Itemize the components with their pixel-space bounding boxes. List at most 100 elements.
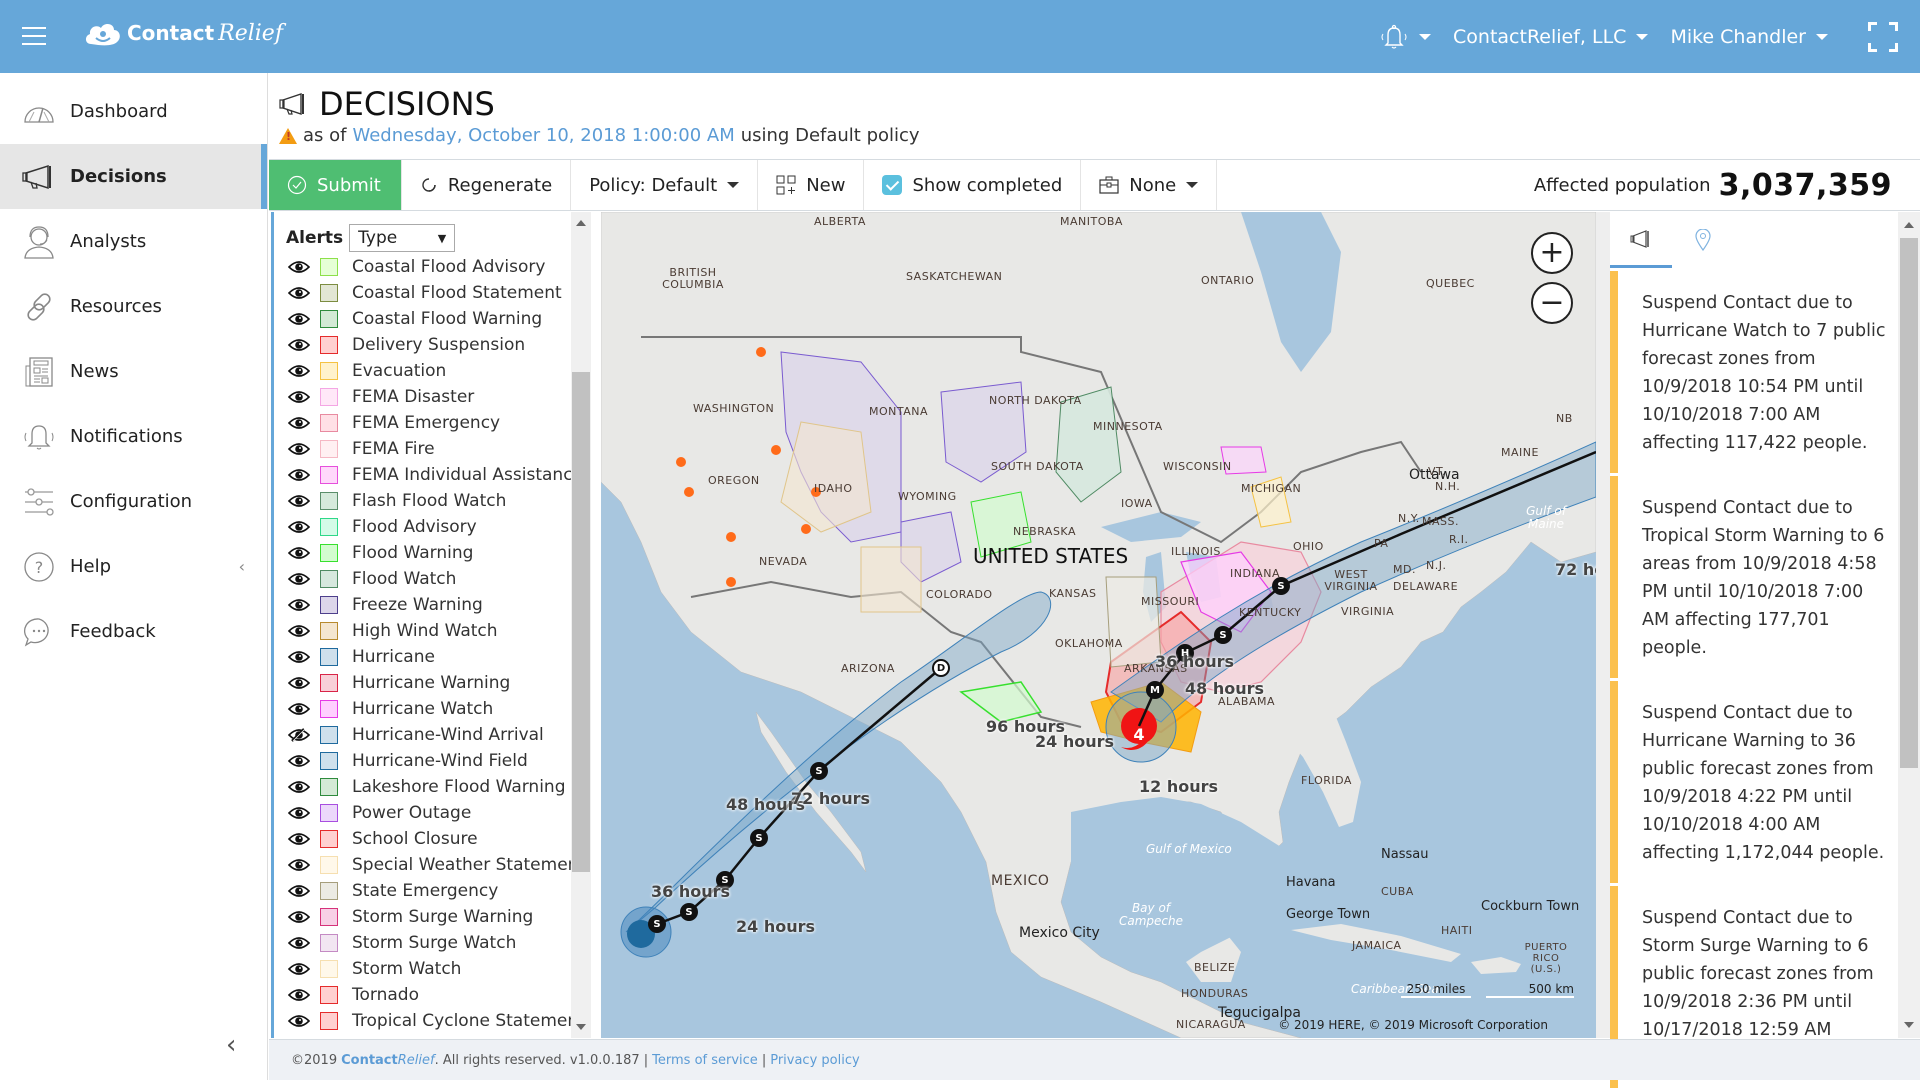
tab-decisions[interactable]: [1610, 212, 1672, 268]
eye-icon[interactable]: [288, 754, 310, 768]
alert-type-row[interactable]: Lakeshore Flood Warning: [274, 774, 591, 800]
eye-icon[interactable]: [288, 546, 310, 560]
eye-icon[interactable]: [288, 390, 310, 404]
checkbox-checked-icon[interactable]: [882, 175, 902, 195]
alert-type-row[interactable]: Coastal Flood Advisory: [274, 254, 591, 280]
chevron-left-icon[interactable]: ‹: [239, 557, 245, 576]
storm-position-marker[interactable]: S: [1214, 626, 1232, 644]
zoom-out-button[interactable]: −: [1531, 282, 1573, 324]
alerts-scrollbar[interactable]: [571, 212, 591, 1038]
user-dropdown[interactable]: Mike Chandler: [1670, 26, 1828, 48]
eye-icon[interactable]: [288, 312, 310, 326]
alert-type-row[interactable]: High Wind Watch: [274, 618, 591, 644]
alert-type-row[interactable]: Delivery Suspension: [274, 332, 591, 358]
menu-icon[interactable]: [22, 27, 46, 45]
policy-dropdown[interactable]: Policy: Default: [571, 160, 758, 210]
eye-icon[interactable]: [288, 780, 310, 794]
tab-locations[interactable]: [1672, 212, 1734, 268]
alert-type-row[interactable]: Hurricane: [274, 644, 591, 670]
eye-icon[interactable]: [288, 520, 310, 534]
eye-icon[interactable]: [288, 910, 310, 924]
alerts-group-select[interactable]: Type ▼: [349, 224, 455, 252]
logo[interactable]: Contact Relief: [83, 18, 283, 48]
alert-type-row[interactable]: School Closure: [274, 826, 591, 852]
sidebar-item-feedback[interactable]: Feedback: [0, 599, 267, 664]
alert-type-row[interactable]: Special Weather Statement: [274, 852, 591, 878]
storm-position-marker[interactable]: M: [1146, 681, 1164, 699]
sidebar-item-dashboard[interactable]: Dashboard: [0, 79, 267, 144]
eye-icon[interactable]: [288, 962, 310, 976]
eye-icon[interactable]: [288, 494, 310, 508]
alert-type-row[interactable]: Storm Surge Watch: [274, 930, 591, 956]
eye-icon[interactable]: [288, 702, 310, 716]
alert-type-row[interactable]: Flash Flood Watch: [274, 488, 591, 514]
alert-type-row[interactable]: FEMA Fire: [274, 436, 591, 462]
eye-icon[interactable]: [288, 988, 310, 1002]
alert-type-row[interactable]: FEMA Emergency: [274, 410, 591, 436]
new-button[interactable]: New: [758, 160, 864, 210]
storm-position-marker[interactable]: S: [810, 762, 828, 780]
eye-icon[interactable]: [288, 598, 310, 612]
decisions-scrollbar[interactable]: [1898, 212, 1920, 1038]
eye-icon[interactable]: [288, 832, 310, 846]
collapse-sidebar-button[interactable]: ‹: [226, 1030, 236, 1060]
alert-type-row[interactable]: Flood Warning: [274, 540, 591, 566]
alert-type-row[interactable]: Storm Surge Warning: [274, 904, 591, 930]
eye-icon[interactable]: [288, 858, 310, 872]
organization-dropdown[interactable]: ContactRelief, LLC: [1453, 26, 1648, 48]
notifications-dropdown[interactable]: [1379, 23, 1431, 51]
alert-type-row[interactable]: Evacuation: [274, 358, 591, 384]
alert-type-row[interactable]: FEMA Individual Assistance: [274, 462, 591, 488]
eye-icon[interactable]: [288, 260, 310, 274]
alert-type-row[interactable]: Coastal Flood Statement: [274, 280, 591, 306]
scrollbar-thumb[interactable]: [1900, 238, 1918, 768]
eye-icon[interactable]: [288, 624, 310, 638]
scroll-down-icon[interactable]: [576, 1024, 586, 1030]
storm-position-marker[interactable]: S: [750, 829, 768, 847]
storm-position-marker[interactable]: S: [648, 915, 666, 933]
as-of-date-link[interactable]: Wednesday, October 10, 2018 1:00:00 AM: [352, 125, 734, 146]
alert-type-row[interactable]: Coastal Flood Warning: [274, 306, 591, 332]
eye-icon[interactable]: [288, 442, 310, 456]
scrollbar-thumb[interactable]: [572, 372, 590, 872]
alert-type-row[interactable]: Flood Watch: [274, 566, 591, 592]
sidebar-item-decisions[interactable]: Decisions: [0, 144, 267, 209]
alert-type-row[interactable]: FEMA Disaster: [274, 384, 591, 410]
eye-icon[interactable]: [288, 364, 310, 378]
eye-icon[interactable]: [288, 468, 310, 482]
eye-icon[interactable]: [288, 416, 310, 430]
submit-button[interactable]: Submit: [269, 160, 402, 210]
alert-type-row[interactable]: Storm Watch: [274, 956, 591, 982]
privacy-policy-link[interactable]: Privacy policy: [770, 1053, 859, 1068]
alert-type-row[interactable]: Power Outage: [274, 800, 591, 826]
eye-icon[interactable]: [288, 650, 310, 664]
eye-icon[interactable]: [288, 676, 310, 690]
eye-icon[interactable]: [288, 806, 310, 820]
sidebar-item-notifications[interactable]: Notifications: [0, 404, 267, 469]
alert-type-row[interactable]: Tornado: [274, 982, 591, 1008]
sidebar-item-analysts[interactable]: Analysts: [0, 209, 267, 274]
alert-type-row[interactable]: Tropical Cyclone Statement: [274, 1008, 591, 1034]
eye-icon[interactable]: [288, 1014, 310, 1028]
terms-of-service-link[interactable]: Terms of service: [652, 1053, 758, 1068]
scroll-up-icon[interactable]: [576, 220, 586, 226]
eye-icon[interactable]: [288, 286, 310, 300]
alert-type-row[interactable]: Hurricane-Wind Field: [274, 748, 591, 774]
storm-position-marker[interactable]: 4: [1130, 725, 1148, 743]
eye-icon[interactable]: [288, 936, 310, 950]
eye-icon[interactable]: [288, 884, 310, 898]
eye-slash-icon[interactable]: [288, 728, 310, 742]
show-completed-checkbox[interactable]: Show completed: [864, 160, 1081, 210]
scroll-down-icon[interactable]: [1904, 1022, 1914, 1028]
sidebar-item-news[interactable]: News: [0, 339, 267, 404]
decision-item[interactable]: Suspend Contact due to Hurricane Warning…: [1610, 681, 1910, 883]
scroll-up-icon[interactable]: [1904, 222, 1914, 228]
sidebar-item-help[interactable]: ? Help ‹: [0, 534, 267, 599]
zoom-in-button[interactable]: +: [1531, 232, 1573, 274]
decision-item[interactable]: Suspend Contact due to Tropical Storm Wa…: [1610, 476, 1910, 678]
alert-type-row[interactable]: Hurricane Warning: [274, 670, 591, 696]
sidebar-item-resources[interactable]: Resources: [0, 274, 267, 339]
eye-icon[interactable]: [288, 572, 310, 586]
alert-type-row[interactable]: State Emergency: [274, 878, 591, 904]
alert-type-row[interactable]: Freeze Warning: [274, 592, 591, 618]
